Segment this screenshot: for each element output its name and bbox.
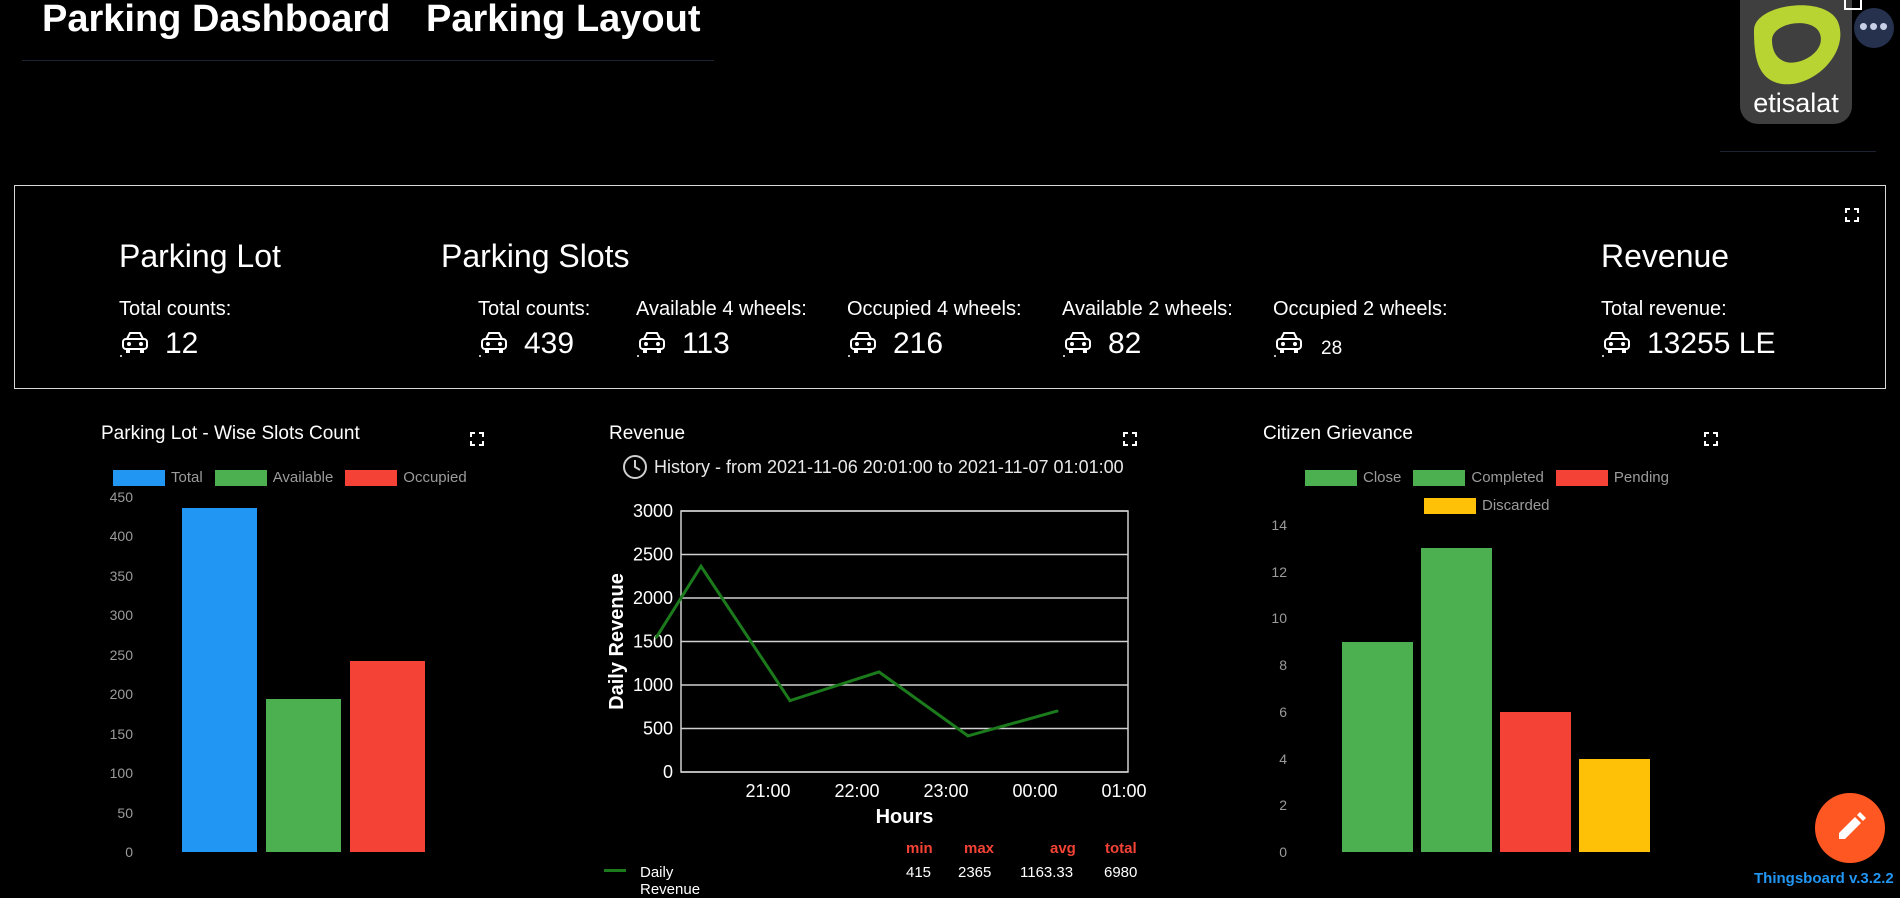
x-tick-label: 00:00	[1012, 781, 1057, 801]
edit-button[interactable]	[1815, 793, 1885, 863]
stat-occupied-2w: Occupied 2 wheels: 28	[1273, 298, 1448, 359]
legend-label: Pending	[1613, 469, 1669, 486]
y-tick-label: 8	[1279, 657, 1287, 674]
legend-item-discarded[interactable]: Discarded	[1424, 497, 1550, 514]
data-point[interactable]	[699, 564, 703, 568]
table-cell-max: 2365	[958, 864, 992, 881]
logo-divider	[1720, 151, 1876, 152]
car-icon	[1601, 329, 1633, 359]
legend-swatch	[1305, 469, 1357, 486]
legend-item-completed[interactable]: Completed	[1413, 469, 1544, 486]
bar-pending[interactable]	[1500, 711, 1571, 852]
grievance-legend: Close Completed Pending	[1305, 469, 1681, 486]
legend-label: Completed	[1471, 469, 1544, 486]
revenue-title: Revenue	[1601, 238, 1730, 274]
y-tick-label: 10	[1271, 610, 1287, 627]
logo-text: etisalat	[1753, 88, 1839, 118]
legend-item-pending[interactable]: Pending	[1555, 469, 1669, 486]
legend-label: Close	[1363, 469, 1402, 486]
stat-value: 13255 LE	[1647, 327, 1776, 360]
revenue-line-chart: 0 500 1000 1500 2000 2500 3000 21:00 22:00 23:00 0…	[606, 501, 1147, 828]
y-tick-label: 0	[663, 762, 673, 782]
data-point[interactable]	[788, 699, 792, 703]
y-tick-label: 14	[1271, 517, 1287, 533]
y-tick-label: 1500	[633, 632, 673, 652]
x-tick-label: 23:00	[923, 781, 968, 801]
y-axis-label: Daily Revenue	[606, 573, 628, 710]
y-tick-label: 12	[1271, 563, 1287, 580]
data-point[interactable]	[654, 635, 658, 639]
y-tick-label: 2000	[633, 588, 673, 608]
legend-swatch	[1424, 497, 1476, 514]
data-point[interactable]	[877, 670, 881, 674]
legend-item-close[interactable]: Close	[1305, 469, 1401, 486]
series-line-swatch	[604, 869, 626, 872]
y-tick-label: 4	[1279, 750, 1287, 767]
data-point[interactable]	[1055, 709, 1059, 713]
stat-label: Total revenue:	[1601, 298, 1727, 320]
x-tick-label: 21:00	[745, 781, 790, 801]
y-tick-label: 6	[1279, 703, 1287, 720]
bar-discarded[interactable]	[1579, 758, 1650, 852]
y-tick-label: 2	[1279, 797, 1287, 814]
x-tick-label: 01:00	[1101, 781, 1146, 801]
x-axis-label: Hours	[876, 806, 934, 828]
legend-swatch	[1555, 469, 1608, 486]
series-line-daily-revenue[interactable]	[655, 563, 1058, 738]
table-cell-avg: 1163.33	[1020, 864, 1074, 881]
y-tick-label: 3000	[633, 501, 673, 521]
x-tick-label: 22:00	[834, 781, 879, 801]
table-header-max: max	[964, 840, 995, 857]
stat-value: 28	[1321, 338, 1343, 359]
etisalat-logo-mark-icon	[1754, 5, 1841, 85]
version-label[interactable]: Thingsboard v.3.2.2	[1754, 870, 1894, 887]
table-header-min: min	[906, 840, 933, 857]
stat-total-revenue: Total revenue: 13255 LE	[1601, 298, 1775, 359]
grievance-legend-row2: Discarded	[1424, 497, 1562, 514]
data-point[interactable]	[966, 734, 970, 738]
table-cell-total: 6980	[1104, 864, 1138, 881]
legend-label: Discarded	[1482, 497, 1550, 514]
stat-label: Occupied 2 wheels:	[1273, 298, 1448, 320]
bar-close[interactable]	[1342, 641, 1413, 852]
table-header-avg: avg	[1050, 840, 1076, 857]
table-header-total: total	[1105, 840, 1137, 857]
y-tick-label: 500	[643, 719, 673, 739]
grievance-title: Citizen Grievance	[1263, 423, 1413, 444]
pencil-icon	[1839, 812, 1866, 839]
car-icon	[1273, 329, 1305, 359]
y-tick-label: 0	[1279, 844, 1287, 860]
legend-swatch	[1413, 469, 1466, 486]
expand-icon[interactable]	[1704, 432, 1718, 446]
expand-icon[interactable]	[1845, 208, 1859, 222]
etisalat-logo: etisalat	[1740, 0, 1852, 124]
table-cell-min: 415	[906, 864, 932, 881]
more-menu-button[interactable]: •••	[1854, 8, 1894, 48]
bar-completed[interactable]	[1421, 548, 1492, 852]
y-tick-label: 1000	[633, 675, 673, 695]
y-tick-label: 2500	[633, 545, 673, 565]
fullscreen-corner-icon[interactable]	[1844, 0, 1862, 10]
